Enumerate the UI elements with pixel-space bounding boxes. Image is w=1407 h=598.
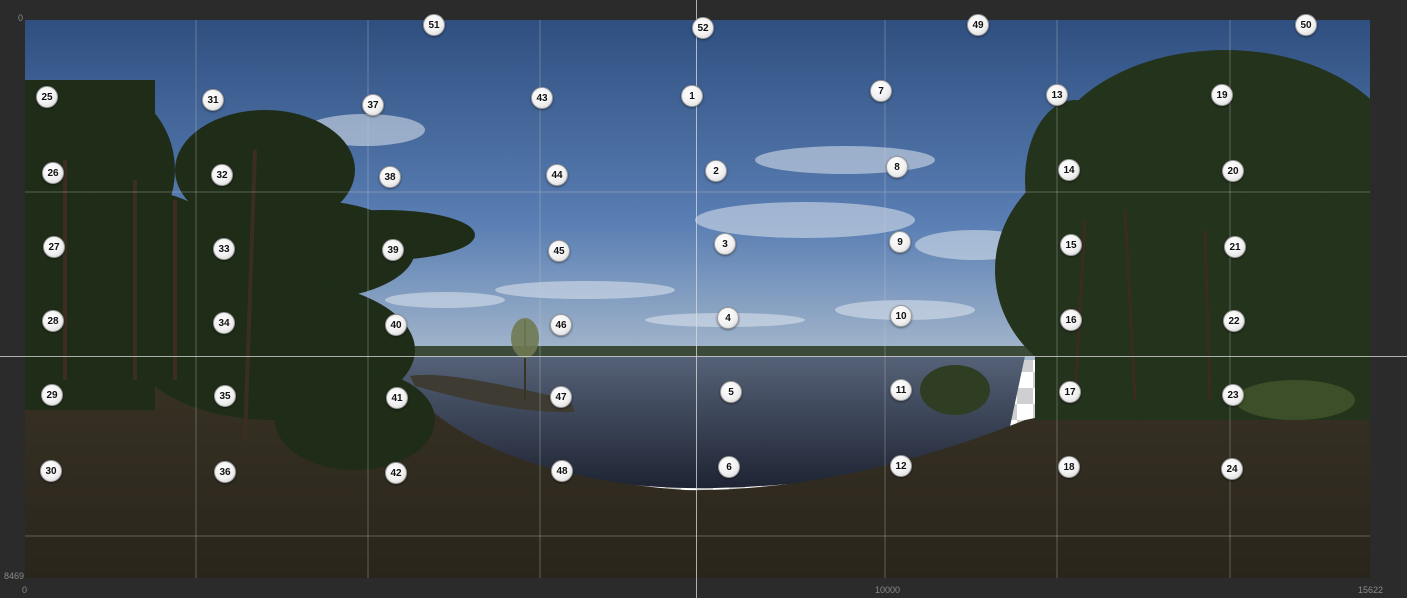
control-point-marker-15[interactable]: 15 [1060,234,1082,256]
control-point-marker-7[interactable]: 7 [870,80,892,102]
control-point-marker-34[interactable]: 34 [213,312,235,334]
control-point-marker-6[interactable]: 6 [718,456,740,478]
control-point-marker-2[interactable]: 2 [705,160,727,182]
control-point-marker-31[interactable]: 31 [202,89,224,111]
ruler-top-left-label: 0 [18,13,24,23]
control-point-marker-18[interactable]: 18 [1058,456,1080,478]
control-point-marker-42[interactable]: 42 [385,462,407,484]
control-point-marker-22[interactable]: 22 [1223,310,1245,332]
control-point-marker-21[interactable]: 21 [1224,236,1246,258]
control-point-marker-28[interactable]: 28 [42,310,64,332]
control-point-marker-9[interactable]: 9 [889,231,911,253]
ruler-bottom-mid-label: 10000 [875,585,901,595]
control-point-marker-26[interactable]: 26 [42,162,64,184]
crosshair-horizontal [0,356,1407,357]
control-point-marker-12[interactable]: 12 [890,455,912,477]
control-point-marker-27[interactable]: 27 [43,236,65,258]
control-point-marker-4[interactable]: 4 [717,307,739,329]
panorama-editor: 0 8469 0 10000 15622 1 2 3 4 5 6 7 8 9 1… [0,0,1407,598]
ruler-bottom-end-label: 15622 [1358,585,1384,595]
control-point-marker-10[interactable]: 10 [890,305,912,327]
control-point-marker-13[interactable]: 13 [1046,84,1068,106]
control-point-marker-52[interactable]: 52 [692,17,714,39]
control-point-marker-35[interactable]: 35 [214,385,236,407]
control-point-marker-19[interactable]: 19 [1211,84,1233,106]
control-point-marker-1[interactable]: 1 [681,85,703,107]
control-point-marker-45[interactable]: 45 [548,240,570,262]
control-point-marker-25[interactable]: 25 [36,86,58,108]
control-point-marker-50[interactable]: 50 [1295,14,1317,36]
control-point-marker-8[interactable]: 8 [886,156,908,178]
control-point-marker-20[interactable]: 20 [1222,160,1244,182]
control-point-marker-17[interactable]: 17 [1059,381,1081,403]
control-point-marker-48[interactable]: 48 [551,460,573,482]
control-point-marker-23[interactable]: 23 [1222,384,1244,406]
control-point-marker-40[interactable]: 40 [385,314,407,336]
control-point-marker-32[interactable]: 32 [211,164,233,186]
control-point-marker-43[interactable]: 43 [531,87,553,109]
control-point-marker-38[interactable]: 38 [379,166,401,188]
control-point-marker-41[interactable]: 41 [386,387,408,409]
control-point-marker-24[interactable]: 24 [1221,458,1243,480]
control-point-marker-29[interactable]: 29 [41,384,63,406]
control-point-marker-5[interactable]: 5 [720,381,742,403]
control-point-marker-37[interactable]: 37 [362,94,384,116]
control-point-marker-47[interactable]: 47 [550,386,572,408]
ruler-left-bottom-label: 8469 [4,571,25,581]
control-point-marker-30[interactable]: 30 [40,460,62,482]
control-point-marker-11[interactable]: 11 [890,379,912,401]
control-point-marker-3[interactable]: 3 [714,233,736,255]
control-point-marker-16[interactable]: 16 [1060,309,1082,331]
control-point-marker-36[interactable]: 36 [214,461,236,483]
control-point-marker-44[interactable]: 44 [546,164,568,186]
control-point-marker-33[interactable]: 33 [213,238,235,260]
control-point-marker-14[interactable]: 14 [1058,159,1080,181]
control-point-marker-49[interactable]: 49 [967,14,989,36]
control-point-marker-51[interactable]: 51 [423,14,445,36]
ruler-bottom-start-label: 0 [22,585,28,595]
control-point-marker-39[interactable]: 39 [382,239,404,261]
control-point-marker-46[interactable]: 46 [550,314,572,336]
